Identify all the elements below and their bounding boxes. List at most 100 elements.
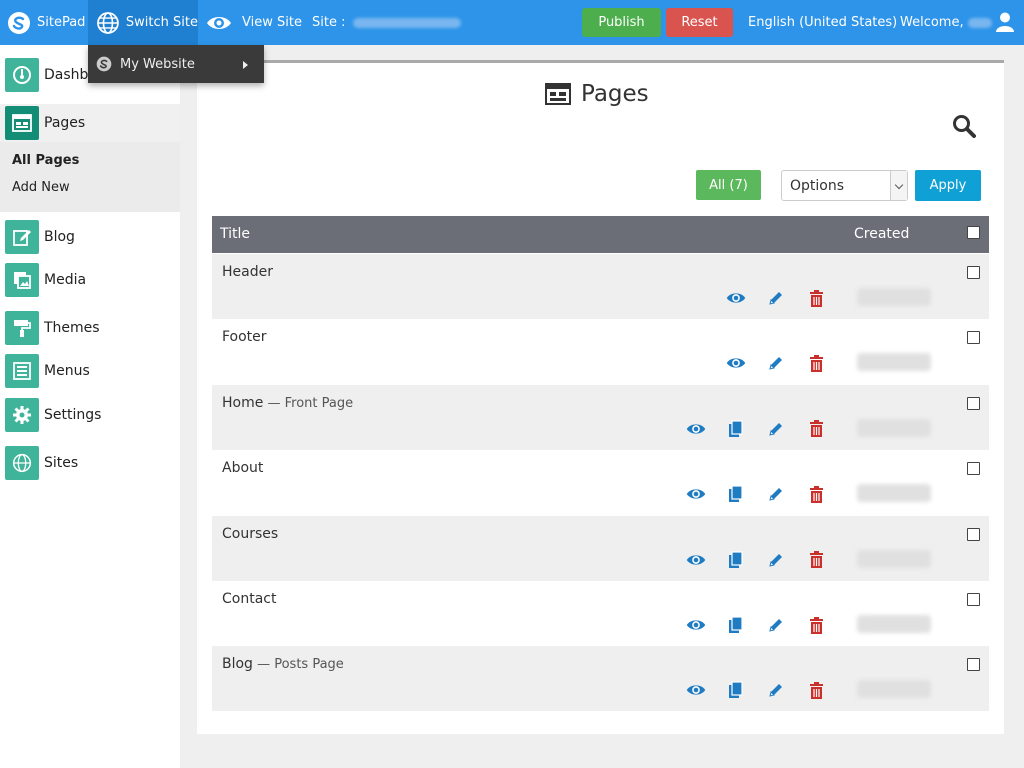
row-checkbox[interactable]	[967, 396, 980, 410]
sidebar-item-label: Menus	[44, 363, 90, 379]
user-icon[interactable]	[996, 12, 1014, 32]
brand-name: SitePad	[37, 15, 86, 30]
duplicate-icon[interactable]	[726, 616, 746, 634]
edit-pencil-icon[interactable]	[766, 354, 786, 372]
row-checkbox[interactable]	[967, 266, 980, 279]
sidebar-item-label: Pages	[44, 115, 86, 131]
view-eye-icon[interactable]	[686, 420, 706, 438]
duplicate-icon[interactable]	[726, 485, 746, 503]
page-name: About	[222, 460, 264, 477]
switch-site-dropdown-item[interactable]: My Website	[88, 45, 264, 83]
welcome-text: Welcome,	[900, 0, 992, 45]
view-eye-icon[interactable]	[726, 289, 746, 307]
bulk-options-select[interactable]: Options	[781, 170, 908, 201]
row-checkbox[interactable]	[967, 462, 980, 476]
sidebar-item-settings[interactable]: Settings	[0, 396, 180, 434]
site-label: Site :	[312, 15, 346, 30]
submenu-add-new[interactable]: Add New	[12, 180, 70, 195]
media-icon	[5, 263, 39, 297]
sidebar: Dashboard Pages All Pages Add New Blog M…	[0, 45, 180, 768]
pages-submenu: All Pages Add New	[0, 142, 180, 212]
switch-site-button[interactable]: Switch Site	[88, 0, 198, 45]
sidebar-item-label: Blog	[44, 229, 75, 245]
user-name-redacted	[967, 17, 992, 28]
view-eye-icon[interactable]	[686, 551, 706, 569]
page-title-cell[interactable]: Contact	[222, 591, 276, 607]
page-role-label: — Front Page	[263, 395, 354, 411]
delete-trash-icon[interactable]	[806, 485, 826, 503]
table-row: Footer	[212, 319, 989, 385]
delete-trash-icon[interactable]	[806, 289, 826, 307]
page-name: Blog	[222, 656, 253, 673]
duplicate-icon[interactable]	[726, 420, 746, 438]
duplicate-icon[interactable]	[726, 681, 746, 699]
table-row: About	[212, 450, 989, 516]
top-bar: SitePad Switch Site View Site Site : Pub…	[0, 0, 1024, 45]
globe-icon	[5, 446, 39, 480]
brand-link[interactable]: SitePad	[7, 0, 85, 45]
sidebar-item-themes[interactable]: Themes	[0, 309, 180, 347]
row-checkbox[interactable]	[967, 593, 980, 606]
page-title-cell[interactable]: Blog — Posts Page	[222, 656, 344, 672]
publish-button[interactable]: Publish	[582, 8, 661, 37]
welcome-label: Welcome,	[900, 15, 964, 30]
table-row: Courses	[212, 515, 989, 581]
edit-pencil-icon[interactable]	[766, 616, 786, 634]
page-title-cell[interactable]: Courses	[222, 526, 278, 542]
page-role-label: — Posts Page	[252, 657, 344, 673]
row-checkbox[interactable]	[967, 331, 980, 345]
delete-trash-icon[interactable]	[806, 551, 826, 569]
delete-trash-icon[interactable]	[806, 354, 826, 372]
sidebar-item-pages[interactable]: Pages	[0, 104, 180, 142]
page-name: Contact	[222, 591, 277, 607]
eye-icon	[207, 16, 231, 29]
apply-button[interactable]: Apply	[915, 170, 981, 201]
delete-trash-icon[interactable]	[806, 681, 826, 699]
settings-icon	[5, 398, 39, 432]
sidebar-item-blog[interactable]: Blog	[0, 218, 180, 256]
blog-icon	[5, 220, 39, 254]
sidebar-item-sites[interactable]: Sites	[0, 444, 180, 482]
edit-pencil-icon[interactable]	[766, 485, 786, 503]
page-title-cell[interactable]: Footer	[222, 329, 267, 345]
row-checkbox[interactable]	[967, 527, 980, 541]
view-eye-icon[interactable]	[686, 616, 706, 634]
column-created[interactable]: Created	[854, 226, 909, 242]
edit-pencil-icon[interactable]	[766, 420, 786, 438]
edit-pencil-icon[interactable]	[766, 681, 786, 699]
created-date-redacted	[857, 615, 931, 633]
column-title[interactable]: Title	[220, 226, 250, 242]
created-date-redacted	[857, 418, 931, 437]
page-title-cell[interactable]: About	[222, 460, 263, 476]
delete-trash-icon[interactable]	[806, 420, 826, 438]
edit-pencil-icon[interactable]	[766, 289, 786, 307]
view-eye-icon[interactable]	[686, 681, 706, 699]
view-site-link[interactable]: View Site	[206, 0, 302, 45]
dashboard-icon	[5, 58, 39, 92]
sidebar-item-menus[interactable]: Menus	[0, 352, 180, 390]
row-checkbox[interactable]	[967, 658, 980, 672]
search-icon[interactable]	[952, 114, 976, 138]
created-date-redacted	[857, 680, 931, 699]
sidebar-item-label: Media	[44, 272, 87, 288]
chevron-down-icon	[890, 171, 907, 200]
created-date-redacted	[857, 353, 931, 372]
reset-button[interactable]: Reset	[666, 8, 733, 37]
submenu-all-pages[interactable]: All Pages	[12, 153, 79, 168]
language-selector[interactable]: English (United States)	[748, 0, 897, 45]
filter-all-button[interactable]: All (7)	[696, 170, 761, 200]
view-eye-icon[interactable]	[686, 485, 706, 503]
select-all-checkbox[interactable]	[967, 226, 980, 239]
themes-icon	[5, 311, 39, 345]
duplicate-icon[interactable]	[726, 550, 746, 569]
page-title-cell[interactable]: Home — Front Page	[222, 395, 353, 411]
page-title-cell[interactable]: Header	[222, 264, 273, 280]
delete-trash-icon[interactable]	[806, 616, 826, 634]
switch-site-label: Switch Site	[125, 15, 198, 30]
caret-right-icon	[243, 61, 248, 69]
view-eye-icon[interactable]	[726, 354, 746, 372]
edit-pencil-icon[interactable]	[766, 551, 786, 569]
sidebar-item-media[interactable]: Media	[0, 261, 180, 299]
site-url: Site :	[312, 0, 462, 45]
page-title: Pages	[545, 80, 649, 108]
